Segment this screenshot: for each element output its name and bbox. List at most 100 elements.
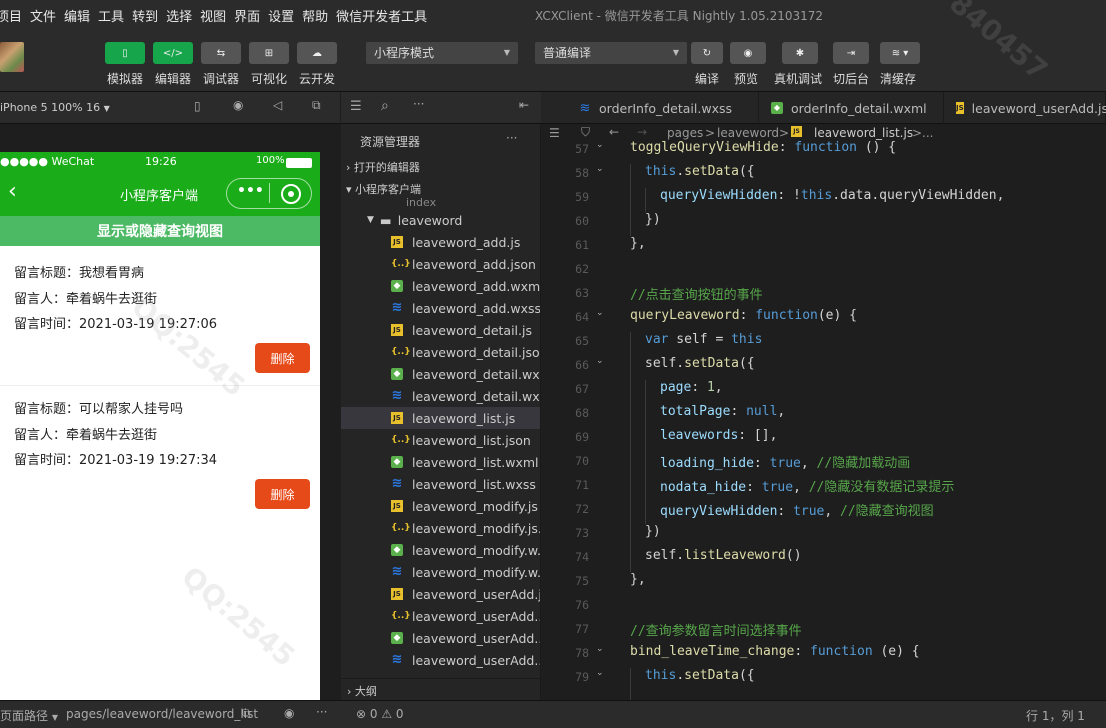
editor-tab[interactable]: ≋ orderInfo_detail.wxss bbox=[569, 92, 759, 124]
menu-file[interactable]: 文件 bbox=[30, 6, 56, 25]
device-select[interactable]: iPhone 5 100% 16 ▼ bbox=[0, 101, 110, 114]
list-icon[interactable]: ☰ bbox=[549, 126, 560, 140]
debugger-toggle-button[interactable]: ⇆ bbox=[201, 42, 241, 64]
crumb-file[interactable]: leaveword_list.js bbox=[814, 126, 913, 140]
menu-view[interactable]: 视图 bbox=[200, 6, 226, 25]
code-line[interactable]: self.setData({ bbox=[645, 356, 755, 371]
code-line[interactable]: this.setData({ bbox=[645, 668, 755, 683]
code-line[interactable]: toggleQueryViewHide: function () { bbox=[630, 140, 896, 155]
file-item[interactable]: ◆ leaveword_userAdd.... bbox=[341, 627, 540, 649]
code-line[interactable]: totalPage: null, bbox=[660, 404, 785, 419]
volume-icon[interactable]: ◁ bbox=[273, 98, 282, 112]
problems-count[interactable]: ⊗ 0 ⚠ 0 bbox=[356, 707, 404, 721]
file-item[interactable]: {..} leaveword_list.json bbox=[341, 429, 540, 451]
fold-icon[interactable]: ⌄ bbox=[596, 668, 604, 678]
file-item[interactable]: ◆ leaveword_modify.w... bbox=[341, 539, 540, 561]
file-item[interactable]: {..} leaveword_detail.json bbox=[341, 341, 540, 363]
crumb-folder[interactable]: leaveword bbox=[717, 126, 779, 140]
compile-mode-select[interactable]: 普通编译 ▼ bbox=[535, 42, 687, 64]
project-section[interactable]: ▾ 小程序客户端 bbox=[346, 181, 421, 197]
file-item[interactable]: ≋ leaveword_list.wxss bbox=[341, 473, 540, 495]
file-item[interactable]: ◆ leaveword_add.wxml bbox=[341, 275, 540, 297]
menu-goto[interactable]: 转到 bbox=[132, 6, 158, 25]
file-item[interactable]: JS leaveword_detail.js bbox=[341, 319, 540, 341]
menu-help[interactable]: 帮助 bbox=[302, 6, 328, 25]
code-line[interactable]: queryViewHidden: true, //隐藏查询视图 bbox=[660, 500, 934, 519]
collapse-panel-icon[interactable]: ⇤ bbox=[519, 98, 529, 112]
more-icon[interactable]: ··· bbox=[413, 97, 424, 111]
compile-button[interactable]: ↻ bbox=[691, 42, 723, 64]
code-line[interactable]: }, bbox=[630, 572, 646, 587]
code-line[interactable]: }) bbox=[645, 212, 661, 227]
editor-tab[interactable]: ◆ orderInfo_detail.wxml bbox=[761, 92, 944, 124]
copy-icon[interactable]: ⧉ bbox=[242, 706, 251, 721]
code-line[interactable]: this.setData({ bbox=[645, 164, 755, 179]
code-line[interactable]: //点击查询按钮的事件 bbox=[630, 284, 763, 303]
phone-icon[interactable]: ▯ bbox=[194, 99, 201, 113]
file-item[interactable]: JS leaveword_add.js bbox=[341, 231, 540, 253]
back-arrow-icon[interactable]: ← bbox=[609, 125, 619, 139]
delete-button[interactable]: 删除 bbox=[255, 343, 310, 373]
code-line[interactable]: nodata_hide: true, //隐藏没有数据记录提示 bbox=[660, 476, 954, 495]
code-line[interactable]: self.listLeaveword() bbox=[645, 548, 802, 563]
page-path-select[interactable]: 页面路径 ▼ bbox=[0, 707, 58, 724]
popout-icon[interactable]: ⧉ bbox=[312, 98, 321, 113]
menu-wechat-devtools[interactable]: 微信开发者工具 bbox=[336, 6, 427, 25]
menu-select[interactable]: 选择 bbox=[166, 6, 192, 25]
file-item[interactable]: ≋ leaveword_modify.w... bbox=[341, 561, 540, 583]
file-item[interactable]: ≋ leaveword_add.wxss bbox=[341, 297, 540, 319]
code-line[interactable]: }, bbox=[630, 236, 646, 251]
outline-section[interactable]: › 大纲 bbox=[341, 678, 540, 700]
code-line[interactable]: queryLeaveword: function(e) { bbox=[630, 308, 857, 323]
mode-select[interactable]: 小程序模式 ▼ bbox=[366, 42, 518, 64]
file-item[interactable]: {..} leaveword_add.json bbox=[341, 253, 540, 275]
file-item[interactable]: {..} leaveword_modify.js... bbox=[341, 517, 540, 539]
code-line[interactable]: var self = this bbox=[645, 332, 762, 347]
back-icon[interactable]: ‹ bbox=[8, 179, 17, 205]
cursor-position[interactable]: 行 1，列 1 bbox=[1026, 707, 1085, 724]
clear-cache-button[interactable]: ≋ ▾ bbox=[880, 42, 920, 64]
file-item[interactable]: ◆ leaveword_detail.wx... bbox=[341, 363, 540, 385]
delete-button[interactable]: 删除 bbox=[255, 479, 310, 509]
file-item[interactable]: ≋ leaveword_userAdd.... bbox=[341, 649, 540, 671]
file-item[interactable]: ◆ leaveword_list.wxml bbox=[341, 451, 540, 473]
page-path[interactable]: pages/leaveword/leaveword_list bbox=[66, 707, 258, 721]
cloud-button[interactable]: ☁ bbox=[297, 42, 337, 64]
real-device-debug-button[interactable]: ✱ bbox=[782, 42, 818, 64]
open-editors-section[interactable]: › 打开的编辑器 bbox=[346, 159, 420, 175]
code-line[interactable]: loading_hide: true, //隐藏加载动画 bbox=[660, 452, 910, 471]
menu-settings[interactable]: 设置 bbox=[268, 6, 294, 25]
folder-leaveword[interactable]: ▼ ▬ leaveword bbox=[367, 209, 462, 231]
code-line[interactable]: queryViewHidden: !this.data.queryViewHid… bbox=[660, 188, 1004, 203]
preview-button[interactable]: ◉ bbox=[730, 42, 766, 64]
file-item[interactable]: JS leaveword_list.js bbox=[341, 407, 540, 429]
eye-icon[interactable]: ◉ bbox=[284, 706, 294, 720]
list-icon[interactable]: ☰ bbox=[350, 99, 362, 114]
more-icon[interactable]: ··· bbox=[316, 705, 327, 719]
fold-icon[interactable]: ⌄ bbox=[596, 356, 604, 366]
code-line[interactable]: bind_leaveTime_change: function (e) { bbox=[630, 644, 920, 659]
more-icon[interactable]: ··· bbox=[506, 131, 517, 145]
menu-edit[interactable]: 编辑 bbox=[64, 6, 90, 25]
fold-icon[interactable]: ⌄ bbox=[596, 308, 604, 318]
code-line[interactable]: //查询参数留言时间选择事件 bbox=[630, 620, 802, 639]
menu-interface[interactable]: 界面 bbox=[234, 6, 260, 25]
more-icon[interactable]: ••• bbox=[237, 183, 264, 199]
file-item[interactable]: {..} leaveword_userAdd.... bbox=[341, 605, 540, 627]
file-item[interactable]: ≋ leaveword_detail.wxss bbox=[341, 385, 540, 407]
background-button[interactable]: ⇥ bbox=[833, 42, 869, 64]
bookmark-icon[interactable]: ⛉ bbox=[581, 125, 590, 140]
toggle-query-view-button[interactable]: 显示或隐藏查询视图 bbox=[0, 216, 320, 246]
crumb-pages[interactable]: pages bbox=[667, 126, 703, 140]
project-avatar[interactable] bbox=[0, 42, 24, 72]
menu-project[interactable]: 项目 bbox=[0, 6, 22, 25]
code-line[interactable]: leavewords: [], bbox=[660, 428, 777, 443]
menu-tools[interactable]: 工具 bbox=[98, 6, 124, 25]
fold-icon[interactable]: ⌄ bbox=[596, 164, 604, 174]
forward-arrow-icon[interactable]: → bbox=[637, 125, 647, 139]
file-item[interactable]: JS leaveword_modify.js bbox=[341, 495, 540, 517]
code-line[interactable]: }) bbox=[645, 524, 661, 539]
record-icon[interactable]: ◉ bbox=[233, 98, 243, 112]
close-miniapp-icon[interactable] bbox=[281, 184, 301, 204]
editor-toggle-button[interactable]: </> bbox=[153, 42, 193, 64]
